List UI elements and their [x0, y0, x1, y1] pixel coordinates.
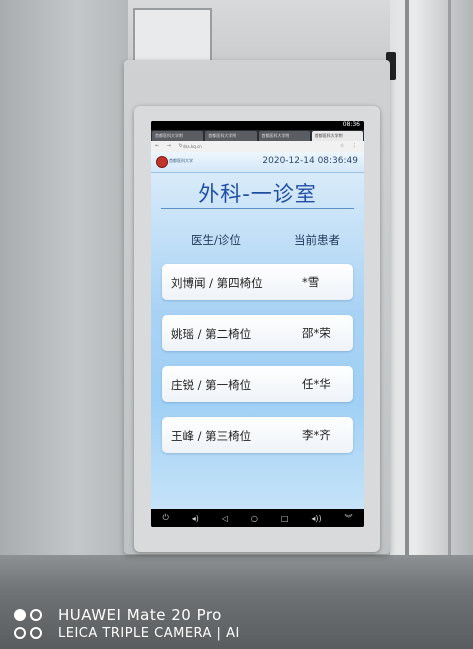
org-name: 首都医科大学: [169, 158, 193, 163]
camera-logo-icon: [14, 609, 48, 643]
doctor-seat: 刘博闻 / 第四椅位: [171, 276, 263, 290]
back-icon[interactable]: ◁: [222, 514, 228, 523]
app-header: 首都医科大学 2020-12-14 08:36:49: [151, 152, 364, 173]
volume-down-icon[interactable]: ◂): [192, 514, 199, 523]
url-text[interactable]: dss.kq.cn: [183, 144, 202, 149]
patient-name: 邵*荣: [302, 326, 331, 340]
power-icon[interactable]: ⏻: [162, 513, 168, 523]
home-icon[interactable]: ○: [251, 514, 258, 523]
queue-row: 庄锐 / 第一椅位 任*华: [162, 366, 353, 402]
datetime: 2020-12-14 08:36:49: [262, 156, 358, 166]
queue-row: 王峰 / 第三椅位 李*齐: [162, 417, 353, 453]
browser-tab[interactable]: 首都医科大学附: [258, 131, 310, 141]
queue-row: 刘博闻 / 第四椅位 *雪: [162, 264, 353, 300]
recents-icon[interactable]: □: [281, 514, 289, 523]
window-reflection: [133, 8, 212, 64]
status-time: 08:36: [342, 121, 360, 128]
patient-name: 任*华: [302, 377, 331, 391]
browser-tab[interactable]: 首都医科大学附: [152, 131, 204, 141]
browser-tab-bar: 首都医科大学附 首都医科大学附 首都医科大学附 首都医科大学附: [151, 130, 364, 141]
status-bar: 08:36: [151, 121, 364, 130]
door-frame-edge: [405, 0, 409, 649]
doctor-seat: 王峰 / 第三椅位: [171, 429, 252, 443]
browser-url-bar[interactable]: ← → ↻ dss.kq.cn ☆ ⋮: [151, 141, 364, 152]
display-screen: 08:36 首都医科大学附 首都医科大学附 首都医科大学附 首都医科大学附 ← …: [151, 121, 364, 527]
browser-tab[interactable]: 首都医科大学附: [205, 131, 257, 141]
volume-up-icon[interactable]: ◂)): [311, 514, 321, 523]
wall-left: [0, 0, 128, 649]
door-frame: [390, 0, 473, 649]
chevron-down-icon[interactable]: ︾: [345, 513, 353, 524]
column-header-doctor: 医生/诊位: [191, 233, 241, 247]
doctor-seat: 姚瑶 / 第二椅位: [171, 327, 252, 341]
queue-display: 首都医科大学 2020-12-14 08:36:49 外科-一诊室 医生/诊位 …: [151, 152, 364, 509]
nav-buttons[interactable]: ← → ↻: [155, 143, 186, 149]
divider: [161, 208, 354, 209]
hospital-logo-icon: [156, 156, 168, 168]
doctor-seat: 庄锐 / 第一椅位: [171, 378, 252, 392]
browser-menu-icons[interactable]: ☆ ⋮: [340, 143, 360, 149]
android-nav-bar: ⏻ ◂) ◁ ○ □ ◂)) ︾: [151, 509, 364, 527]
patient-name: *雪: [302, 275, 320, 289]
room-title: 外科-一诊室: [198, 182, 317, 206]
column-header-patient: 当前患者: [294, 233, 340, 247]
watermark-line1: HUAWEI Mate 20 Pro: [58, 606, 222, 624]
watermark-line2: LEICA TRIPLE CAMERA | AI: [58, 626, 240, 641]
browser-tab-active[interactable]: 首都医科大学附: [311, 131, 363, 141]
queue-row: 姚瑶 / 第二椅位 邵*荣: [162, 315, 353, 351]
patient-name: 李*齐: [302, 428, 331, 442]
door-frame-edge: [448, 0, 451, 649]
camera-watermark: HUAWEI Mate 20 Pro LEICA TRIPLE CAMERA |…: [14, 606, 334, 646]
